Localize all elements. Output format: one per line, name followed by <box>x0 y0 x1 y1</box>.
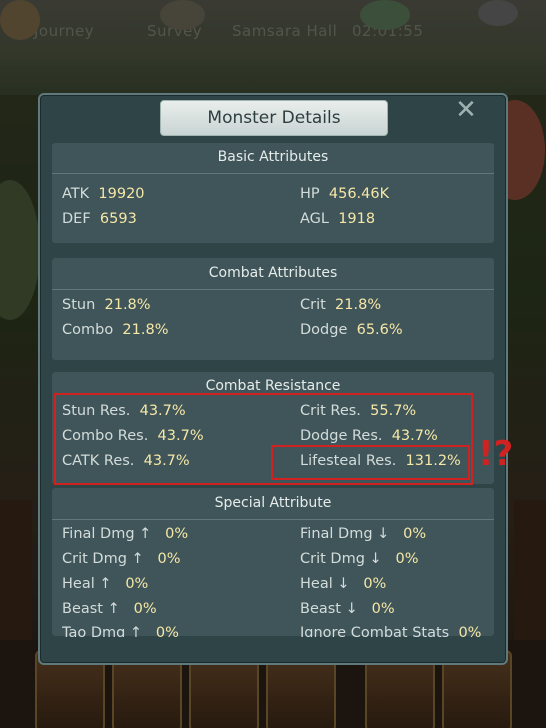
highlight-box <box>271 445 470 480</box>
section-title: Combat Attributes <box>208 265 338 281</box>
close-icon[interactable]: ✕ <box>452 96 480 124</box>
attr-heal-up: Heal ↑ 0% <box>62 576 149 592</box>
attr-stun: Stun 21.8% <box>62 297 151 313</box>
attr-def: DEF 6593 <box>62 211 137 227</box>
divider <box>52 173 494 174</box>
attr-agl: AGL 1918 <box>300 211 376 227</box>
annotation-mark: !? <box>478 434 514 474</box>
attr-final-dmg-up: Final Dmg ↑ 0% <box>62 526 189 542</box>
attr-beast-down: Beast ↓ 0% <box>300 601 395 617</box>
attr-combo: Combo 21.8% <box>62 322 169 338</box>
attr-beast-up: Beast ↑ 0% <box>62 601 157 617</box>
section-title: Basic Attributes <box>217 149 329 165</box>
attr-crit-dmg-up: Crit Dmg ↑ 0% <box>62 551 181 567</box>
dialog-title: Monster Details <box>207 108 341 128</box>
attr-heal-down: Heal ↓ 0% <box>300 576 387 592</box>
divider <box>52 289 494 290</box>
attr-atk: ATK 19920 <box>62 186 145 202</box>
attr-final-dmg-down: Final Dmg ↓ 0% <box>300 526 427 542</box>
divider <box>52 519 494 520</box>
attr-hp: HP 456.46K <box>300 186 390 202</box>
attr-crit: Crit 21.8% <box>300 297 382 313</box>
attr-ignore-combat-stats: Ignore Combat Stats 0% <box>300 625 482 637</box>
attr-tao-dmg-up: Tao Dmg ↑ 0% <box>62 625 179 637</box>
section-title: Combat Resistance <box>205 378 341 394</box>
attr-crit-dmg-down: Crit Dmg ↓ 0% <box>300 551 419 567</box>
section-title: Special Attribute <box>214 495 332 511</box>
dialog-title-plate: Monster Details <box>160 100 388 136</box>
attr-dodge: Dodge 65.6% <box>300 322 403 338</box>
